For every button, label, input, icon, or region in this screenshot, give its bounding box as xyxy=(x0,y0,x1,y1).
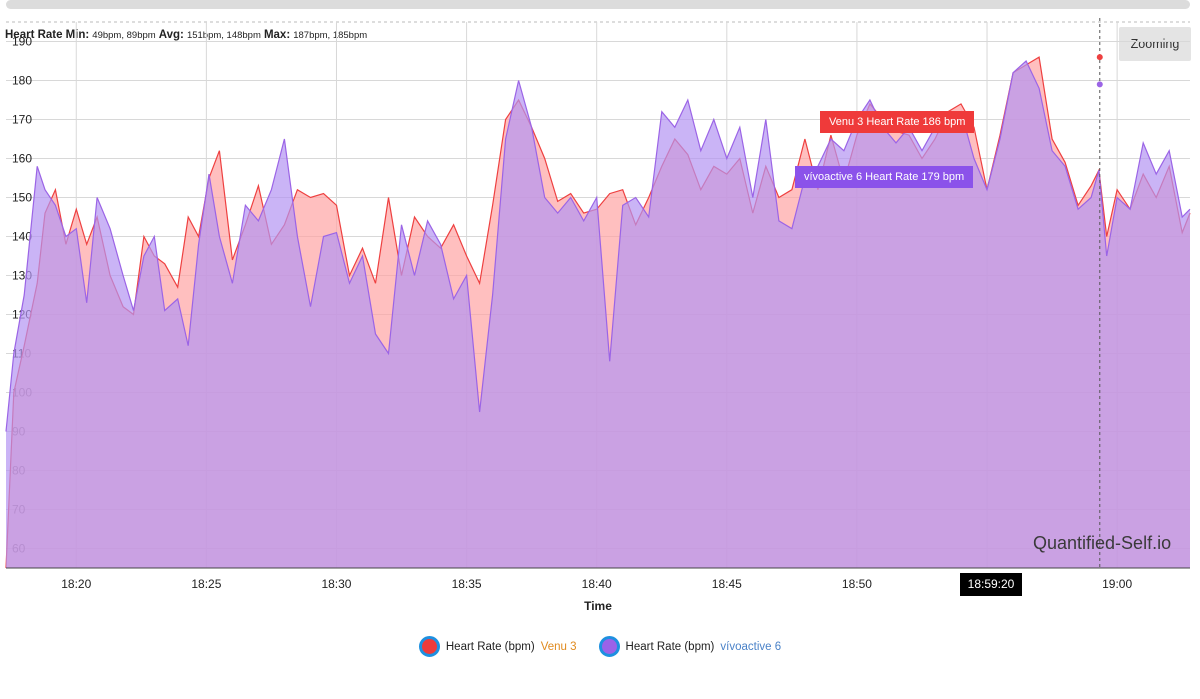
tooltip-venu: Venu 3 Heart Rate 186 bpm xyxy=(820,111,975,133)
x-tick-label: 19:00 xyxy=(1102,577,1132,591)
legend-label-venu: Heart Rate (bpm) xyxy=(445,640,535,653)
crosshair-time-label: 18:59:20 xyxy=(960,573,1022,596)
vivoactive-dot-icon xyxy=(598,636,620,657)
x-tick-label: 18:35 xyxy=(452,577,482,591)
x-tick-label: 18:45 xyxy=(712,577,742,591)
legend-device-vivoactive: vívoactive 6 xyxy=(720,640,782,653)
x-tick-label: 18:25 xyxy=(191,577,221,591)
legend-device-venu: Venu 3 xyxy=(540,640,577,653)
x-axis-title: Time xyxy=(584,599,612,613)
crosshair-point-venu xyxy=(1096,54,1103,61)
y-tick-label: 190 xyxy=(12,35,32,49)
legend-item-venu[interactable]: Heart Rate (bpm) Venu 3 xyxy=(418,636,577,657)
x-tick-label: 18:50 xyxy=(842,577,872,591)
crosshair-point-vivoactive xyxy=(1096,81,1103,88)
tooltip-vivoactive: vívoactive 6 Heart Rate 179 bpm xyxy=(795,166,974,188)
x-tick-label: 18:40 xyxy=(582,577,612,591)
y-tick-label: 150 xyxy=(12,191,32,205)
venu-dot-icon xyxy=(418,636,440,657)
watermark: Quantified-Self.io xyxy=(1033,533,1172,553)
legend-label-vivoactive: Heart Rate (bpm) xyxy=(625,640,715,653)
x-tick-label: 18:30 xyxy=(321,577,351,591)
y-tick-label: 180 xyxy=(12,74,32,88)
legend: Heart Rate (bpm) Venu 3 Heart Rate (bpm)… xyxy=(0,636,1200,657)
x-tick-label: 18:20 xyxy=(61,577,91,591)
y-tick-label: 170 xyxy=(12,113,32,127)
legend-item-vivoactive[interactable]: Heart Rate (bpm) vívoactive 6 xyxy=(598,636,782,657)
y-tick-label: 160 xyxy=(12,152,32,166)
